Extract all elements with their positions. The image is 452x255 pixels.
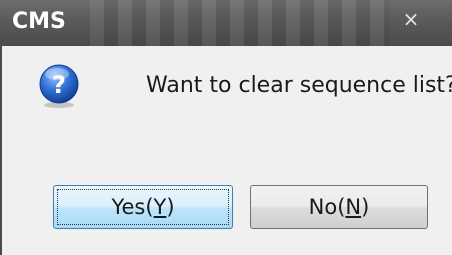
yes-button-label: Yes(Y)	[111, 195, 175, 219]
no-button[interactable]: No(N)	[250, 185, 428, 229]
yes-button[interactable]: Yes(Y)	[53, 185, 233, 229]
window-title: CMS	[12, 9, 66, 34]
question-icon: ?	[39, 64, 79, 108]
dialog-window: CMS × ? Want to clear sequence list? Yes…	[0, 0, 452, 255]
close-button[interactable]: ×	[388, 4, 434, 34]
message-text: Want to clear sequence list?	[146, 73, 452, 98]
title-bar[interactable]: CMS ×	[0, 0, 452, 46]
svg-text:?: ?	[52, 71, 66, 99]
close-icon: ×	[402, 7, 420, 31]
title-bar-decoration	[90, 0, 390, 46]
no-button-label: No(N)	[308, 195, 370, 219]
